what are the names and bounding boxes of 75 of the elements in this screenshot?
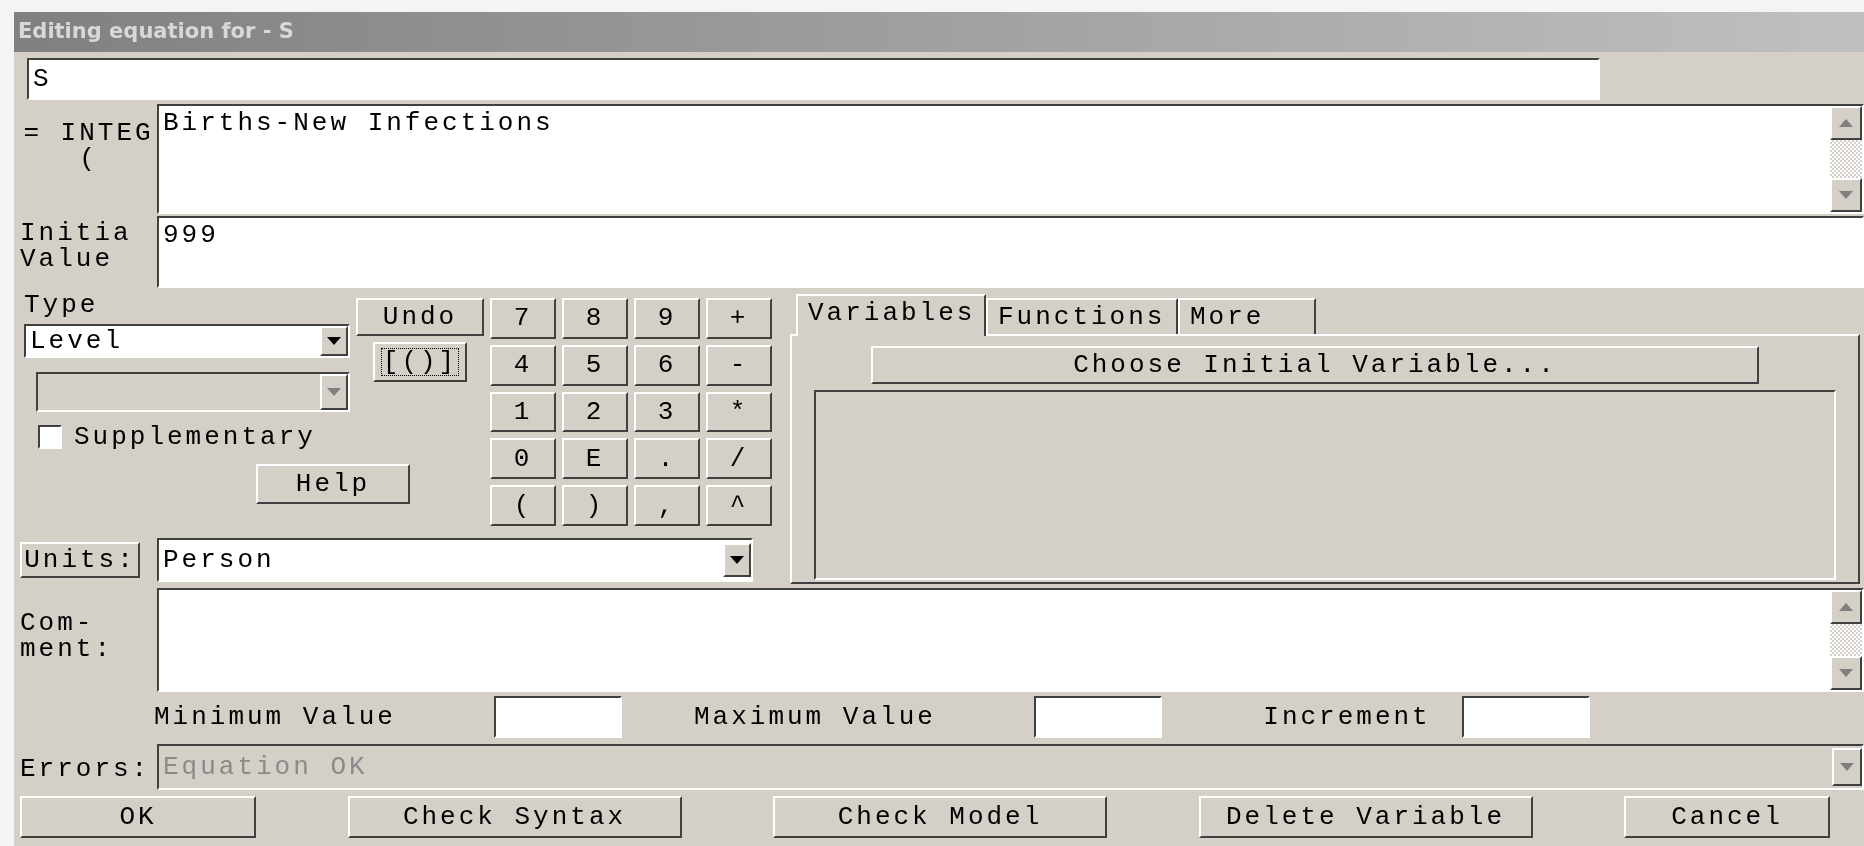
tab[interactable]: More <box>1178 298 1316 334</box>
range-label: Minimum Value <box>154 704 397 730</box>
errors-label: Errors: <box>19 753 152 786</box>
tab[interactable]: Functions <box>986 298 1178 334</box>
scroll-up-button[interactable] <box>1830 106 1862 140</box>
keypad-key[interactable]: + <box>706 298 772 339</box>
scroll-up-button[interactable] <box>1830 590 1862 624</box>
keypad-key[interactable]: - <box>706 344 772 386</box>
down-arrow-icon <box>1839 191 1853 199</box>
type-value: Level <box>30 328 124 354</box>
variable-name: S <box>33 66 52 92</box>
brackets-button[interactable]: [()] <box>373 342 467 382</box>
window-title: Editing equation for - S <box>18 18 294 46</box>
equation-field[interactable]: Births-New Infections <box>157 104 1864 214</box>
dropdown-arrow-icon <box>327 337 341 345</box>
keypad-key[interactable]: 7 <box>490 298 556 339</box>
range-field[interactable] <box>1462 696 1590 738</box>
keypad-key[interactable]: . <box>634 438 700 480</box>
field-label: = INTEG <box>23 120 154 146</box>
keypad-key[interactable]: ) <box>562 485 628 526</box>
range-label: Maximum Value <box>694 704 937 730</box>
keypad-key[interactable]: / <box>706 438 772 480</box>
keypad-key[interactable]: 6 <box>634 344 700 386</box>
field-label: ( <box>79 146 98 172</box>
comment-field[interactable] <box>157 588 1864 692</box>
keypad-key[interactable]: 5 <box>562 344 628 386</box>
range-field[interactable] <box>494 696 622 738</box>
keypad-key[interactable]: 8 <box>562 298 628 339</box>
keypad-key[interactable]: 1 <box>490 391 556 433</box>
range-field[interactable] <box>1034 696 1162 738</box>
dialog-button[interactable]: OK <box>20 796 256 838</box>
tab[interactable]: Variables <box>796 294 986 336</box>
units-value: Person <box>163 547 276 573</box>
equation-text: Births-New Infections <box>162 107 555 140</box>
scroll-down-button[interactable] <box>1830 656 1862 690</box>
type-label: Type <box>24 292 100 320</box>
help-button[interactable]: Help <box>256 464 410 504</box>
errors-value: Equation OK <box>163 754 369 780</box>
dialog-button[interactable]: Check Syntax <box>347 796 682 838</box>
keypad-key[interactable]: 2 <box>562 391 628 433</box>
up-arrow-icon <box>1839 603 1853 611</box>
range-label: Increment <box>1262 704 1432 730</box>
up-arrow-icon <box>1839 119 1853 127</box>
dialog-button[interactable]: Delete Variable <box>1198 796 1533 838</box>
scrollbar-track <box>1830 624 1862 656</box>
keypad-key[interactable]: ( <box>490 485 556 526</box>
field-label: Initia <box>20 220 133 246</box>
dropdown-arrow-icon <box>730 556 744 564</box>
keypad-key[interactable]: E <box>562 438 628 480</box>
keypad-key[interactable]: , <box>634 485 700 526</box>
units-dropdown[interactable]: Person <box>157 538 753 582</box>
variable-name-field[interactable]: S <box>27 58 1600 100</box>
keypad-key[interactable]: 9 <box>634 298 700 339</box>
initial-value: 999 <box>163 220 219 250</box>
choose-variable-button[interactable]: Choose Initial Variable... <box>871 346 1759 384</box>
undo-button[interactable]: Undo <box>356 298 484 336</box>
units-button[interactable]: Units: <box>20 542 140 578</box>
type-dropdown[interactable]: Level <box>24 324 350 358</box>
dialog-button[interactable]: Cancel <box>1624 796 1830 838</box>
field-label: Com- <box>20 610 96 636</box>
field-label: Value <box>20 246 114 272</box>
keypad-key[interactable]: 0 <box>490 438 556 480</box>
scroll-down-button[interactable] <box>1830 178 1862 212</box>
dialog-button[interactable]: Check Model <box>773 796 1107 838</box>
field-label: ment: <box>20 636 114 662</box>
supplementary-checkbox[interactable] <box>38 425 62 449</box>
keypad-key[interactable]: ^ <box>706 485 772 526</box>
dropdown-arrow-icon <box>1840 763 1854 771</box>
keypad-key[interactable]: 3 <box>634 391 700 433</box>
dropdown-arrow-icon <box>327 388 341 396</box>
initial-value-field[interactable]: 999 <box>157 216 1864 288</box>
supplementary-label: Supplementary <box>74 424 316 450</box>
down-arrow-icon <box>1839 669 1853 677</box>
keypad-key[interactable]: * <box>706 391 772 433</box>
keypad-key[interactable]: 4 <box>490 344 556 386</box>
